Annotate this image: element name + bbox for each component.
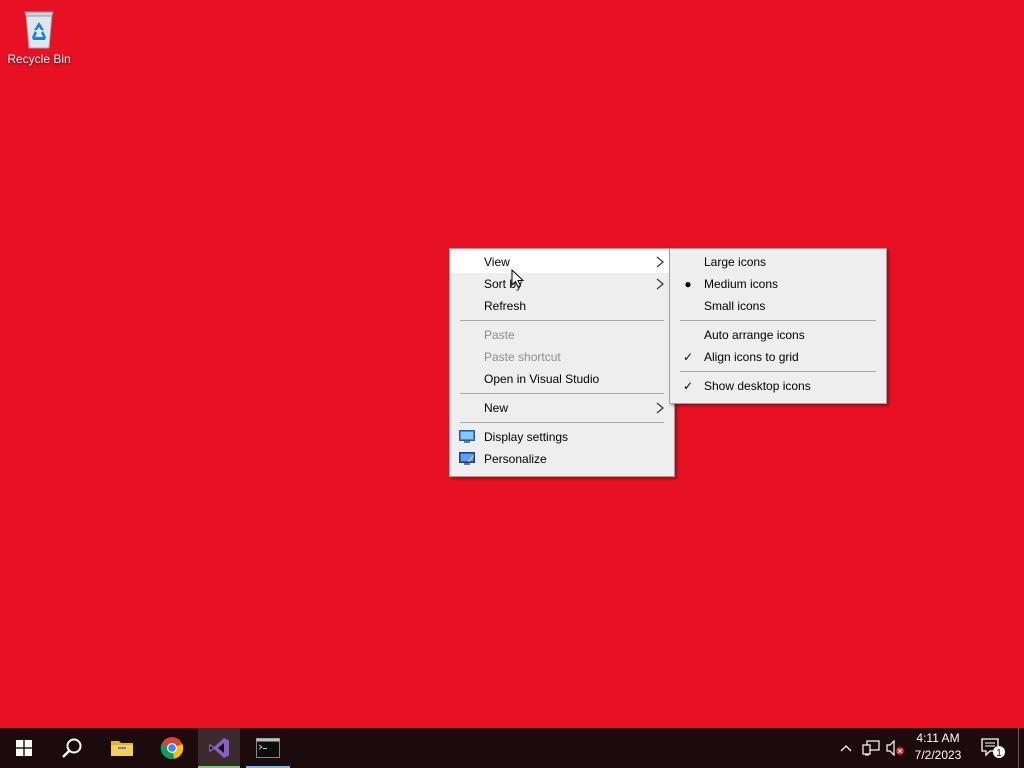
menu-item-label: Align icons to grid bbox=[704, 350, 799, 364]
search-button[interactable] bbox=[48, 728, 96, 768]
menu-item-personalize[interactable]: Personalize bbox=[450, 448, 674, 470]
bullet-icon: ● bbox=[684, 277, 692, 291]
menu-item-label: Display settings bbox=[484, 430, 569, 444]
menu-item-open-in-visual-studio[interactable]: Open in Visual Studio bbox=[450, 368, 674, 390]
menu-item-align-icons-to-grid[interactable]: ✓ Align icons to grid bbox=[670, 346, 886, 368]
clock-date: 7/2/2023 bbox=[914, 748, 962, 762]
menu-item-label: Large icons bbox=[704, 255, 767, 269]
network-icon bbox=[862, 740, 880, 756]
chevron-right-icon bbox=[656, 402, 664, 414]
desktop-icon-recycle-bin[interactable]: Recycle Bin bbox=[4, 6, 74, 78]
show-hidden-icons-button[interactable] bbox=[836, 728, 856, 768]
checkmark-icon: ✓ bbox=[682, 379, 694, 393]
display-settings-icon bbox=[459, 430, 475, 443]
taskbar-file-explorer[interactable] bbox=[98, 728, 146, 768]
desktop-icon-label: Recycle Bin bbox=[7, 52, 71, 66]
menu-separator bbox=[460, 320, 664, 321]
menu-item-large-icons[interactable]: Large icons bbox=[670, 251, 886, 273]
menu-item-paste-shortcut[interactable]: Paste shortcut bbox=[450, 346, 674, 368]
menu-separator bbox=[460, 393, 664, 394]
menu-item-view[interactable]: View bbox=[450, 251, 674, 273]
menu-separator bbox=[680, 320, 876, 321]
menu-item-refresh[interactable]: Refresh bbox=[450, 295, 674, 317]
personalize-icon bbox=[459, 452, 475, 465]
taskbar-visual-studio[interactable] bbox=[198, 728, 240, 768]
recycle-bin-icon bbox=[24, 11, 54, 49]
menu-item-label: Medium icons bbox=[704, 277, 779, 291]
notification-icon: 1 bbox=[981, 738, 1005, 759]
checkmark-icon: ✓ bbox=[682, 350, 694, 364]
menu-item-label: Open in Visual Studio bbox=[484, 372, 600, 386]
menu-item-label: Personalize bbox=[484, 452, 547, 466]
menu-item-show-desktop-icons[interactable]: ✓ Show desktop icons bbox=[670, 375, 886, 397]
volume-button[interactable] bbox=[884, 728, 906, 768]
menu-item-label: Show desktop icons bbox=[704, 379, 811, 393]
menu-item-label: Refresh bbox=[484, 299, 527, 313]
mouse-cursor-icon bbox=[511, 269, 525, 288]
notification-count: 1 bbox=[996, 748, 1002, 759]
menu-item-medium-icons[interactable]: ● Medium icons bbox=[670, 273, 886, 295]
menu-item-label: New bbox=[484, 401, 509, 415]
menu-item-label: Small icons bbox=[704, 299, 766, 313]
menu-separator bbox=[460, 422, 664, 423]
menu-item-label: Paste shortcut bbox=[484, 350, 561, 364]
menu-item-label: Auto arrange icons bbox=[704, 328, 805, 342]
volume-muted-icon bbox=[886, 740, 904, 756]
terminal-icon bbox=[256, 738, 280, 758]
clock-time: 4:11 AM bbox=[916, 731, 960, 745]
menu-separator bbox=[680, 371, 876, 372]
menu-item-new[interactable]: New bbox=[450, 397, 674, 419]
view-submenu: Large icons ● Medium icons Small icons A… bbox=[669, 248, 887, 404]
visual-studio-icon bbox=[209, 738, 229, 758]
action-center-button[interactable]: 1 bbox=[978, 728, 1008, 768]
network-button[interactable] bbox=[860, 728, 882, 768]
show-desktop-button[interactable] bbox=[1018, 728, 1019, 768]
chevron-right-icon bbox=[656, 278, 664, 290]
taskbar-command-prompt[interactable] bbox=[246, 728, 290, 768]
menu-item-label: View bbox=[484, 255, 510, 269]
menu-item-paste[interactable]: Paste bbox=[450, 324, 674, 346]
folder-icon bbox=[111, 741, 133, 756]
chrome-icon bbox=[160, 737, 184, 760]
search-icon bbox=[62, 738, 82, 758]
start-button[interactable] bbox=[0, 728, 48, 768]
taskbar: 4:11 AM 7/2/2023 1 bbox=[0, 728, 1024, 768]
clock[interactable]: 4:11 AM 7/2/2023 bbox=[906, 730, 970, 766]
menu-item-sort-by[interactable]: Sort by bbox=[450, 273, 674, 295]
chevron-right-icon bbox=[656, 256, 664, 268]
taskbar-chrome[interactable] bbox=[148, 728, 196, 768]
chevron-up-icon bbox=[840, 745, 852, 752]
menu-item-auto-arrange-icons[interactable]: Auto arrange icons bbox=[670, 324, 886, 346]
windows-start-icon bbox=[16, 740, 32, 756]
menu-item-small-icons[interactable]: Small icons bbox=[670, 295, 886, 317]
menu-item-display-settings[interactable]: Display settings bbox=[450, 426, 674, 448]
menu-item-label: Paste bbox=[484, 328, 515, 342]
desktop-context-menu: View Sort by Refresh Paste Paste shortcu… bbox=[449, 248, 675, 477]
desktop[interactable]: Recycle Bin View Sort by Refresh Paste P… bbox=[0, 0, 1024, 728]
